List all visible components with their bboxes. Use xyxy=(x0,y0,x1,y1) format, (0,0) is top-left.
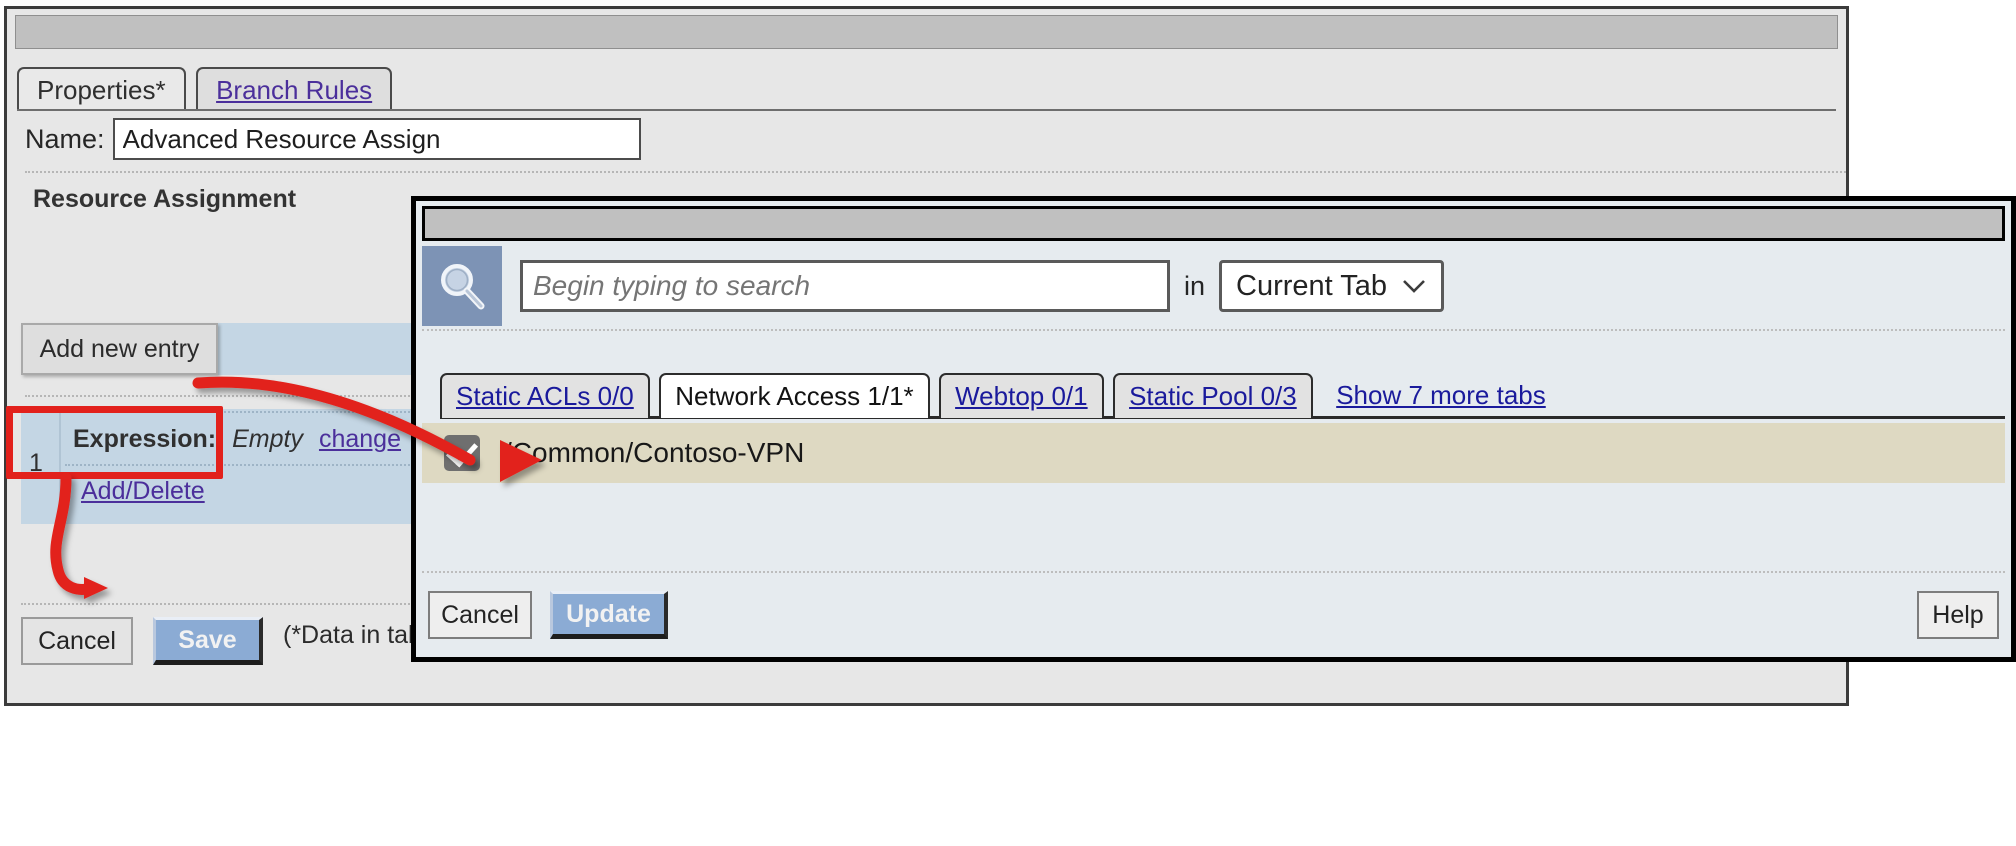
tab-branch-rules[interactable]: Branch Rules xyxy=(196,67,393,109)
tab-webtop[interactable]: Webtop 0/1 xyxy=(939,373,1104,418)
separator-top xyxy=(25,171,1846,173)
dialog-update-button[interactable]: Update xyxy=(550,591,668,639)
show-more-tabs-link[interactable]: Show 7 more tabs xyxy=(1336,373,1546,418)
tab-static-acls-label: Static ACLs 0/0 xyxy=(456,381,634,411)
search-icon[interactable] xyxy=(422,246,502,326)
left-tab-strip: Properties* Branch Rules xyxy=(17,67,1836,111)
tab-properties-label: Properties* xyxy=(37,75,166,105)
cancel-button[interactable]: Cancel xyxy=(21,617,133,665)
highlight-box-add-new-entry xyxy=(6,406,223,479)
left-window-titlebar xyxy=(15,15,1838,49)
tab-static-pool[interactable]: Static Pool 0/3 xyxy=(1113,373,1313,418)
right-tab-strip: Static ACLs 0/0 Network Access 1/1* Webt… xyxy=(440,373,2005,419)
expression-value: Empty xyxy=(232,425,303,453)
save-button[interactable]: Save xyxy=(153,617,263,665)
result-list-item[interactable]: /Common/Contoso-VPN xyxy=(422,423,2005,483)
add-delete-link[interactable]: Add/Delete xyxy=(81,477,205,506)
right-dialog-titlebar xyxy=(422,206,2005,241)
tab-network-access-label: Network Access 1/1* xyxy=(675,381,914,411)
expression-change-link[interactable]: change xyxy=(319,425,401,454)
chevron-down-icon xyxy=(1403,280,1425,293)
search-scope-label: in xyxy=(1184,270,1206,301)
section-title-resource-assignment: Resource Assignment xyxy=(33,185,297,213)
result-item-label: /Common/Contoso-VPN xyxy=(504,437,805,468)
dialog-cancel-button[interactable]: Cancel xyxy=(428,591,532,639)
add-new-entry-button[interactable]: Add new entry xyxy=(21,323,218,375)
name-row: Name: xyxy=(25,117,641,161)
right-separator-bottom xyxy=(422,571,2005,573)
result-checkbox[interactable] xyxy=(444,434,480,471)
search-row: in Current Tab xyxy=(422,246,2005,326)
dialog-help-button[interactable]: Help xyxy=(1917,591,1999,639)
search-scope-value: Current Tab xyxy=(1236,269,1388,302)
right-separator-top xyxy=(422,329,2005,331)
screenshot-stage: Properties* Branch Rules Name: Resource … xyxy=(0,0,2016,846)
name-input[interactable] xyxy=(112,118,641,160)
name-label: Name: xyxy=(25,123,105,154)
tab-properties[interactable]: Properties* xyxy=(17,67,186,109)
check-icon xyxy=(445,434,479,468)
tab-static-acls[interactable]: Static ACLs 0/0 xyxy=(440,373,650,418)
tab-network-access[interactable]: Network Access 1/1* xyxy=(659,373,930,418)
tab-webtop-label: Webtop 0/1 xyxy=(955,381,1088,411)
search-scope-select[interactable]: Current Tab xyxy=(1219,260,1445,312)
resource-picker-dialog: in Current Tab Static ACLs 0/0 Network A… xyxy=(411,196,2016,662)
tab-branch-rules-label: Branch Rules xyxy=(216,75,373,105)
tab-static-pool-label: Static Pool 0/3 xyxy=(1129,381,1297,411)
right-dialog-footer: Cancel Update Help xyxy=(422,579,2005,653)
search-input[interactable] xyxy=(520,260,1170,312)
